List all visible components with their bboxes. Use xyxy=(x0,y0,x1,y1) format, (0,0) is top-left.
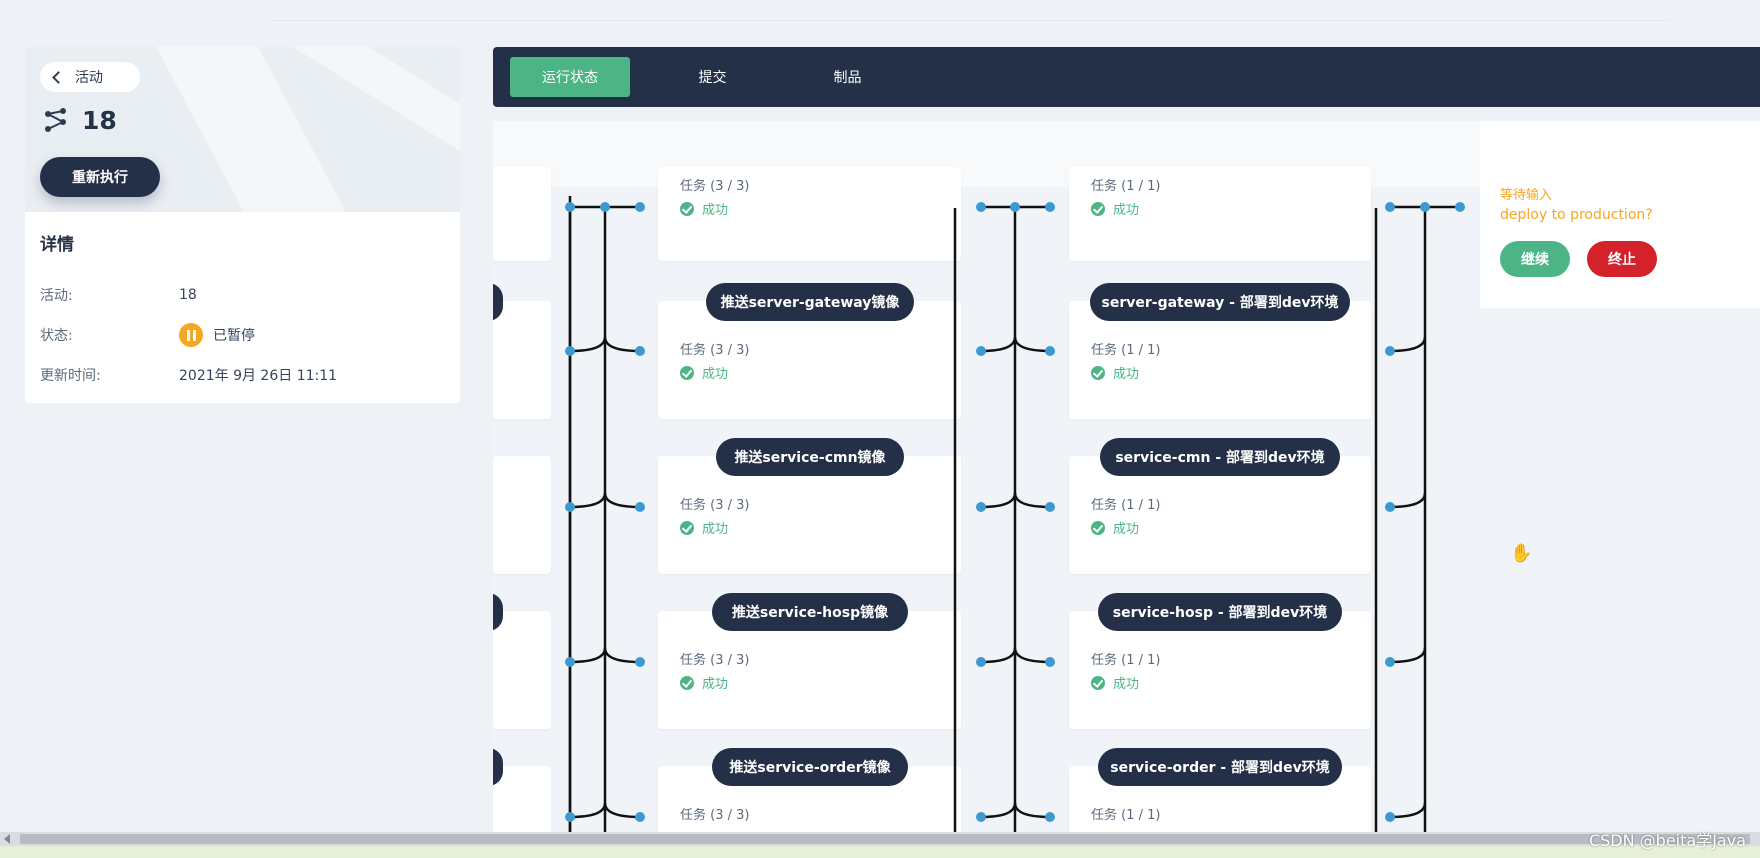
watermark: CSDN @beita学Java xyxy=(1588,831,1746,850)
stage-connector-lines-right xyxy=(1385,202,1465,832)
detail-row-activity: 活动: 18 xyxy=(40,275,445,315)
scroll-left-icon[interactable] xyxy=(4,834,10,844)
abort-button[interactable]: 终止 xyxy=(1587,241,1657,277)
pause-icon xyxy=(179,323,203,347)
detail-key: 更新时间: xyxy=(40,368,101,384)
details-card: 详情 活动: 18 状态: 已暂停 更新时间: 2021年 9月 26日 11:… xyxy=(25,212,460,403)
run-id: 18 xyxy=(44,106,117,135)
horizontal-scrollbar[interactable] xyxy=(0,832,1760,846)
detail-value: 2021年 9月 26日 11:11 xyxy=(179,368,338,384)
status-text: 已暂停 xyxy=(213,328,255,344)
approval-question: deploy to production? xyxy=(1500,207,1653,223)
stage-connector-lines xyxy=(565,202,1055,832)
back-to-activity-button[interactable]: 活动 xyxy=(40,62,140,92)
rerun-button[interactable]: 重新执行 xyxy=(40,157,160,197)
tab-bar: 运行状态 提交 制品 xyxy=(493,47,1760,107)
hand-cursor-icon: ✋ xyxy=(1510,543,1533,564)
top-divider xyxy=(270,20,1670,21)
detail-row-updated: 更新时间: 2021年 9月 26日 11:11 xyxy=(40,355,445,395)
continue-button[interactable]: 继续 xyxy=(1500,241,1570,277)
chevron-left-icon xyxy=(52,70,65,84)
branch-icon xyxy=(45,107,66,132)
run-number: 18 xyxy=(82,106,117,135)
detail-value: 18 xyxy=(179,287,197,303)
details-title: 详情 xyxy=(40,235,74,255)
waiting-input-label: 等待输入 xyxy=(1500,188,1553,203)
back-label: 活动 xyxy=(75,70,103,86)
scrollbar-thumb[interactable] xyxy=(20,834,1750,844)
taskbar-strip xyxy=(0,846,1760,858)
detail-row-status: 状态: 已暂停 xyxy=(40,315,445,355)
detail-key: 状态: xyxy=(40,328,73,344)
input-approval-panel: 等待输入 deploy to production? 继续 终止 xyxy=(1480,121,1760,308)
detail-key: 活动: xyxy=(40,288,73,304)
status-value: 已暂停 xyxy=(179,323,255,347)
tab-run-status[interactable]: 运行状态 xyxy=(510,57,630,97)
tab-artifacts[interactable]: 制品 xyxy=(780,57,915,97)
tab-commits[interactable]: 提交 xyxy=(645,57,780,97)
connector-nodes xyxy=(565,202,1055,822)
